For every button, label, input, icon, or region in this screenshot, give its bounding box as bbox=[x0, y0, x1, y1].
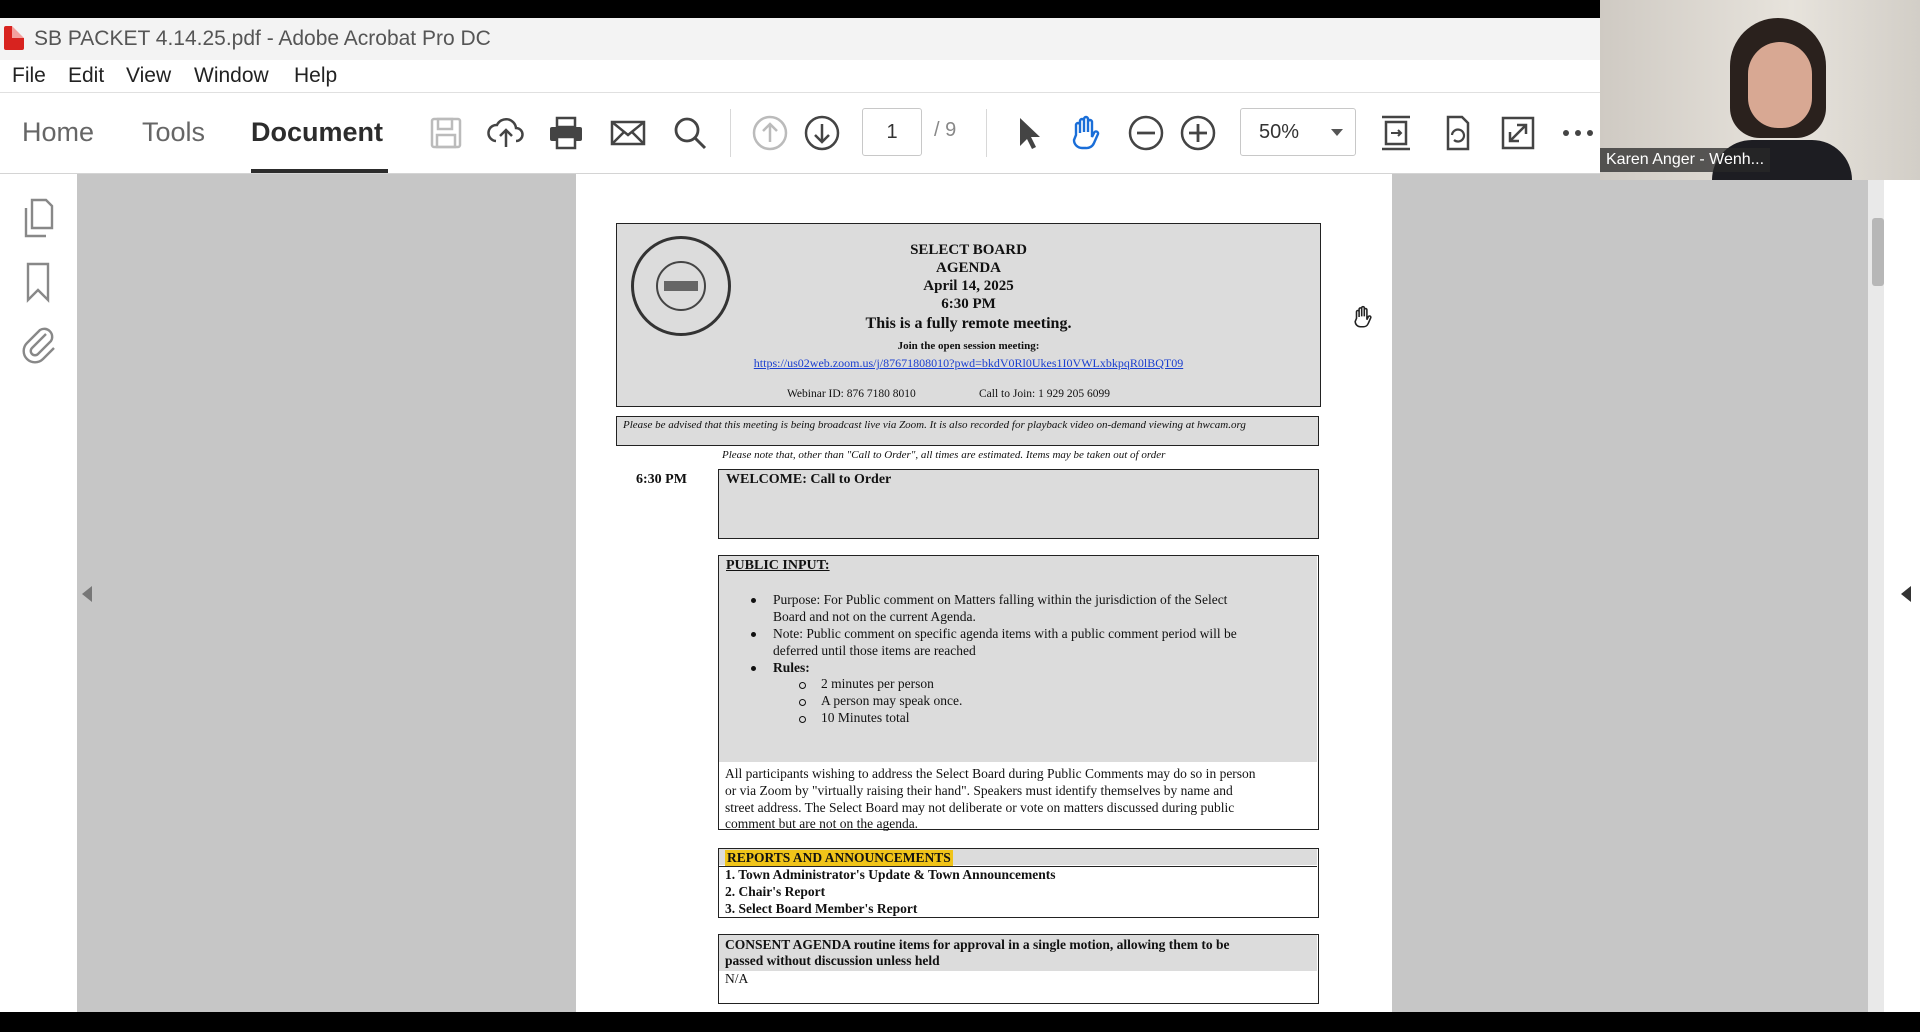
agenda-header: SELECT BOARD AGENDA April 14, 2025 6:30 … bbox=[616, 223, 1321, 407]
window-title: SB PACKET 4.14.25.pdf - Adobe Acrobat Pr… bbox=[34, 27, 491, 50]
print-icon[interactable] bbox=[546, 113, 586, 153]
bullet bbox=[751, 666, 756, 671]
menu-edit[interactable]: Edit bbox=[68, 64, 104, 88]
time-estimate-note: Please note that, other than "Call to Or… bbox=[722, 449, 1166, 461]
sub-bullet bbox=[799, 716, 806, 723]
page-down-icon[interactable] bbox=[802, 113, 842, 153]
page-number-input[interactable]: 1 bbox=[862, 108, 922, 156]
zoom-value: 50% bbox=[1259, 121, 1300, 143]
public-input-section: PUBLIC INPUT: Purpose: For Public commen… bbox=[718, 555, 1319, 831]
page-total: / 9 bbox=[934, 119, 957, 141]
sub-bullet bbox=[799, 699, 806, 706]
welcome-title: WELCOME: Call to Order bbox=[726, 472, 892, 487]
participation-line-4: comment but are not on the agenda. bbox=[725, 816, 919, 831]
meeting-date: April 14, 2025 bbox=[923, 278, 1014, 294]
reports-title: REPORTS AND ANNOUNCEMENTS bbox=[725, 850, 953, 866]
participation-line-3: street address. The Select Board may not… bbox=[725, 800, 1235, 815]
meeting-time: 6:30 PM bbox=[941, 296, 996, 312]
zoom-in-icon[interactable] bbox=[1178, 113, 1218, 153]
public-input-title: PUBLIC INPUT: bbox=[726, 558, 830, 573]
page-thumbnails-icon[interactable] bbox=[18, 196, 58, 240]
tab-document[interactable]: Document bbox=[251, 117, 383, 148]
bookmark-icon[interactable] bbox=[18, 260, 58, 304]
zoom-link[interactable]: https://us02web.zoom.us/j/87671808010?pw… bbox=[617, 356, 1320, 371]
title-bar: SB PACKET 4.14.25.pdf - Adobe Acrobat Pr… bbox=[0, 18, 1600, 60]
tab-tools[interactable]: Tools bbox=[142, 117, 205, 148]
toolbar-separator bbox=[730, 109, 731, 157]
menu-bar: File Edit View Window Help bbox=[0, 60, 1600, 93]
search-icon[interactable] bbox=[670, 113, 710, 153]
pdf-file-icon bbox=[4, 26, 24, 50]
report-item-3: 3. Select Board Member's Report bbox=[725, 901, 918, 916]
toolbar: Home Tools Document 1 / 9 50% bbox=[0, 93, 1600, 174]
zoom-out-icon[interactable] bbox=[1126, 113, 1166, 153]
welcome-time: 6:30 PM bbox=[636, 472, 687, 487]
consent-title-line-2: passed without discussion unless held bbox=[725, 953, 940, 968]
broadcast-notice: Please be advised that this meeting is b… bbox=[616, 416, 1319, 446]
rule-1: 2 minutes per person bbox=[821, 676, 934, 691]
note-line-1: Note: Public comment on specific agenda … bbox=[773, 626, 1237, 641]
sub-bullet bbox=[799, 682, 806, 689]
scrollbar-thumb[interactable] bbox=[1872, 218, 1884, 286]
participant-face bbox=[1748, 42, 1812, 128]
purpose-line-1: Purpose: For Public comment on Matters f… bbox=[773, 592, 1228, 607]
full-screen-icon[interactable] bbox=[1498, 113, 1538, 153]
consent-title-line-1: CONSENT AGENDA routine items for approva… bbox=[725, 937, 1230, 952]
webinar-id: Webinar ID: 876 7180 8010 bbox=[787, 388, 916, 400]
report-item-2: 2. Chair's Report bbox=[725, 884, 826, 899]
board-title: SELECT BOARD bbox=[910, 242, 1027, 258]
left-navigation-panel bbox=[0, 174, 78, 1012]
menu-window[interactable]: Window bbox=[194, 64, 269, 88]
menu-help[interactable]: Help bbox=[294, 64, 337, 88]
rotate-icon[interactable] bbox=[1436, 113, 1476, 153]
collapse-left-panel-icon[interactable] bbox=[82, 586, 92, 602]
bullet bbox=[751, 632, 756, 637]
chevron-down-icon bbox=[1331, 129, 1343, 136]
menu-file[interactable]: File bbox=[12, 64, 46, 88]
vertical-scrollbar[interactable] bbox=[1868, 174, 1884, 1012]
hand-cursor-icon bbox=[1350, 304, 1376, 330]
tab-home[interactable]: Home bbox=[22, 117, 94, 148]
note-line-2: deferred until those items are reached bbox=[773, 643, 976, 658]
bullet bbox=[751, 598, 756, 603]
reports-section: REPORTS AND ANNOUNCEMENTS 1. Town Admini… bbox=[718, 848, 1319, 918]
participation-line-1: All participants wishing to address the … bbox=[725, 766, 1256, 781]
active-tab-indicator bbox=[251, 169, 388, 173]
rule-3: 10 Minutes total bbox=[821, 710, 910, 725]
purpose-line-2: Board and not on the current Agenda. bbox=[773, 609, 976, 624]
upload-icon[interactable] bbox=[486, 113, 526, 153]
consent-value: N/A bbox=[725, 971, 749, 986]
public-input-shaded bbox=[719, 556, 1317, 762]
call-to-join: Call to Join: 1 929 205 6099 bbox=[979, 388, 1110, 400]
menu-view[interactable]: View bbox=[126, 64, 171, 88]
webcam-video-tile: Karen Anger - Wenh... bbox=[1600, 0, 1920, 180]
hand-tool-icon[interactable] bbox=[1066, 113, 1106, 153]
page-up-icon[interactable] bbox=[750, 113, 790, 153]
toolbar-separator bbox=[986, 109, 987, 157]
rule-2: A person may speak once. bbox=[821, 693, 963, 708]
consent-agenda-section: CONSENT AGENDA routine items for approva… bbox=[718, 934, 1319, 1004]
fit-page-icon[interactable] bbox=[1376, 113, 1416, 153]
more-icon[interactable] bbox=[1558, 113, 1598, 153]
rules-label: Rules: bbox=[773, 660, 810, 675]
report-item-1: 1. Town Administrator's Update & Town An… bbox=[725, 867, 1056, 882]
remote-notice: This is a fully remote meeting. bbox=[865, 315, 1072, 332]
agenda-title: AGENDA bbox=[935, 260, 1001, 276]
pdf-page: SELECT BOARD AGENDA April 14, 2025 6:30 … bbox=[576, 174, 1392, 1012]
select-cursor-icon[interactable] bbox=[1008, 113, 1048, 153]
zoom-dropdown[interactable]: 50% bbox=[1240, 108, 1356, 156]
welcome-section: WELCOME: Call to Order bbox=[718, 469, 1319, 539]
email-icon[interactable] bbox=[608, 113, 648, 153]
expand-right-panel-icon[interactable] bbox=[1901, 586, 1911, 602]
participation-line-2: or via Zoom by "virtually raising their … bbox=[725, 783, 1233, 798]
attachment-icon[interactable] bbox=[18, 320, 58, 364]
save-icon[interactable] bbox=[426, 113, 466, 153]
join-label: Join the open session meeting: bbox=[897, 340, 1040, 352]
participant-name: Karen Anger - Wenh... bbox=[1600, 148, 1771, 172]
